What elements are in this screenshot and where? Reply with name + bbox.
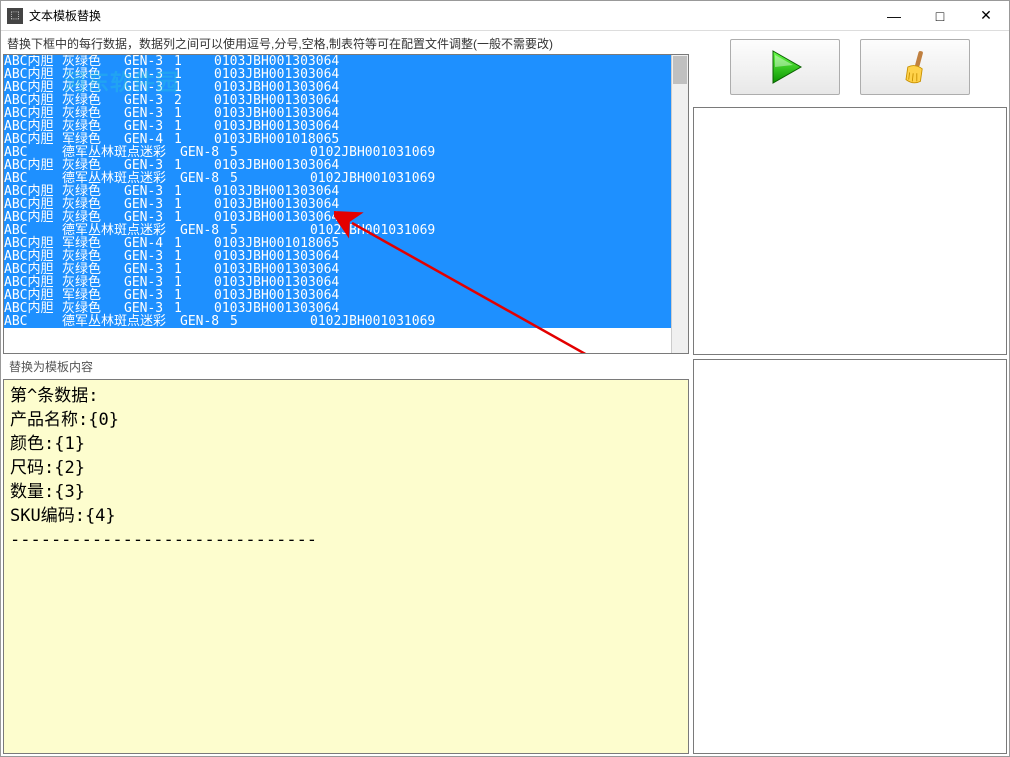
clear-button[interactable]: [860, 39, 970, 95]
output-box-top[interactable]: [693, 107, 1007, 355]
close-button[interactable]: ✕: [963, 1, 1009, 30]
data-row[interactable]: ABC德军丛林斑点迷彩GEN-850102JBH001031069: [4, 315, 671, 328]
brush-icon: [897, 47, 933, 87]
instruction-text: 替换下框中的每行数据，数据列之间可以使用逗号,分号,空格,制表符等可在配置文件调…: [3, 33, 689, 54]
vertical-scrollbar[interactable]: [671, 55, 688, 353]
template-label: 替换为模板内容: [3, 354, 689, 379]
app-icon: ⬚: [7, 8, 23, 24]
maximize-button[interactable]: □: [917, 1, 963, 30]
run-button[interactable]: [730, 39, 840, 95]
scroll-thumb[interactable]: [673, 56, 687, 84]
minimize-button[interactable]: —: [871, 1, 917, 30]
template-textarea[interactable]: 第^条数据: 产品名称:{0} 颜色:{1} 尺码:{2} 数量:{3} SKU…: [3, 379, 689, 754]
data-rows: ABC内胆灰绿色GEN-310103JBH001303064ABC内胆灰绿色GE…: [4, 55, 688, 328]
titlebar: ⬚ 文本模板替换 — □ ✕: [1, 1, 1009, 31]
window-buttons: — □ ✕: [871, 1, 1009, 30]
toolbar: [693, 33, 1007, 103]
play-icon: [765, 47, 805, 87]
data-input-area[interactable]: 河东软件园 ABC内胆灰绿色GEN-310103JBH001303064ABC内…: [3, 54, 689, 354]
window-title: 文本模板替换: [29, 7, 871, 24]
output-box-bottom[interactable]: [693, 359, 1007, 754]
